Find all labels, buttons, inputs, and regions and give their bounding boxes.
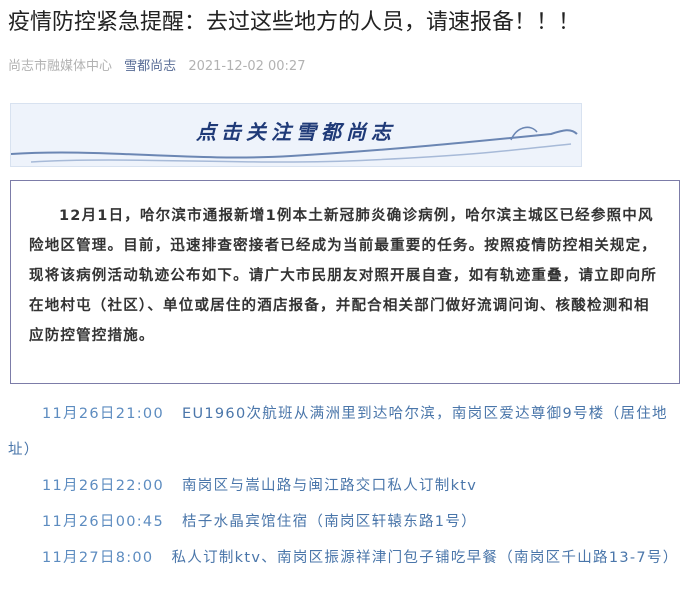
banner-text: 点击关注雪都尚志 [196, 120, 396, 144]
follow-banner[interactable]: 点击关注雪都尚志 [10, 103, 582, 167]
timeline-list: 11月26日21:00 EU1960次航班从满洲里到达哈尔滨，南岗区爱达尊御9号楼… [8, 396, 692, 576]
article-meta: 尚志市融媒体中心 雪都尚志 2021-12-02 00:27 [8, 55, 305, 74]
article-source: 尚志市融媒体中心 [8, 59, 113, 74]
timeline-time: 11月26日00:45 [42, 514, 164, 530]
timeline-entry: 11月26日00:45 桔子水晶宾馆住宿（南岗区轩辕东路1号） [8, 504, 692, 540]
timeline-entry: 11月26日21:00 EU1960次航班从满洲里到达哈尔滨，南岗区爱达尊御9号楼… [8, 396, 692, 468]
notice-date: 12月1日 [59, 208, 125, 224]
timeline-location: 南岗区与嵩山路与闽江路交口私人订制ktv [182, 478, 478, 494]
timeline-time: 11月27日8:00 [42, 550, 154, 566]
timeline-location: 桔子水晶宾馆住宿（南岗区轩辕东路1号） [182, 514, 477, 530]
timeline-entry: 11月27日8:00 私人订制ktv、南岗区振源祥津门包子铺吃早餐（南岗区千山路1… [8, 540, 692, 576]
timeline-time: 11月26日22:00 [42, 478, 164, 494]
timeline-location: 私人订制ktv、南岗区振源祥津门包子铺吃早餐（南岗区千山路13-7号） [171, 550, 679, 566]
timeline-time: 11月26日21:00 [42, 406, 164, 422]
account-name-link[interactable]: 雪都尚志 [124, 59, 176, 74]
notice-box: 12月1日，哈尔滨市通报新增1例本土新冠肺炎确诊病例，哈尔滨主城区已经参照中风险… [10, 180, 680, 384]
publish-time: 2021-12-02 00:27 [188, 59, 306, 74]
notice-body: ，哈尔滨市通报新增1例本土新冠肺炎确诊病例，哈尔滨主城区已经参照中风险地区管理。… [29, 208, 657, 344]
article-title: 疫情防控紧急提醒：去过这些地方的人员，请速报备！！！ [8, 10, 581, 35]
timeline-entry: 11月26日22:00 南岗区与嵩山路与闽江路交口私人订制ktv [8, 468, 692, 504]
